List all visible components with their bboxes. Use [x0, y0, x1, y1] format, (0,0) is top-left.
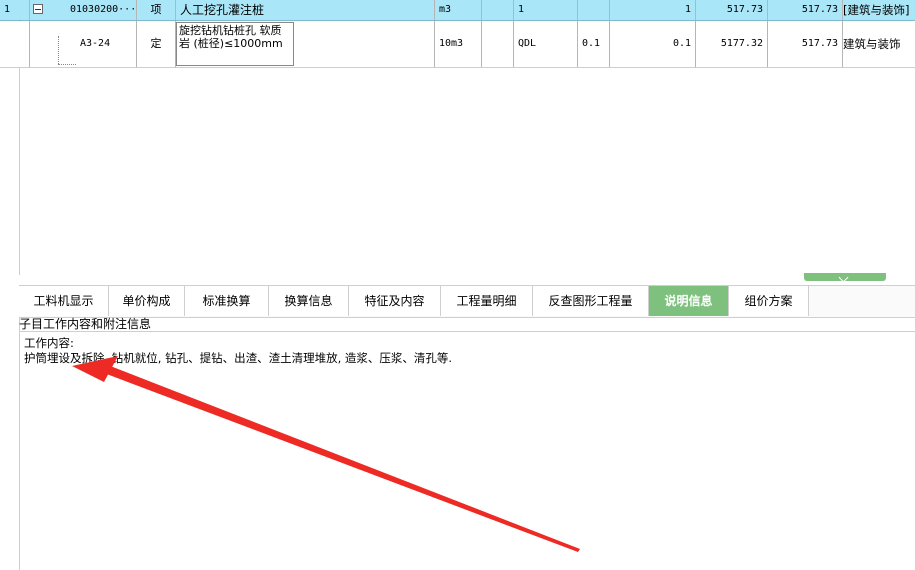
annotation-arrow: [72, 356, 580, 552]
arrow-shaft: [96, 362, 580, 552]
